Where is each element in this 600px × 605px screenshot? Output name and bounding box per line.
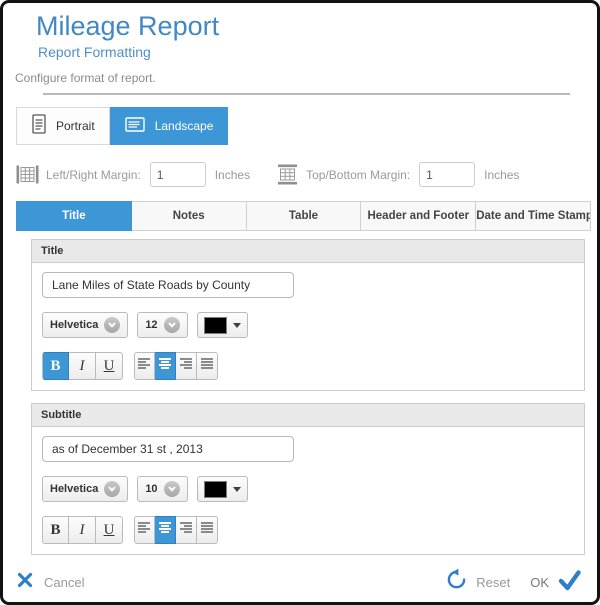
align-left-icon	[138, 357, 151, 375]
title-style-button-group: B I U	[42, 352, 123, 380]
align-justify-icon	[201, 521, 214, 539]
tab-date-and-time-stamp[interactable]: Date and Time Stamp	[476, 201, 591, 231]
report-formatting-dialog: Mileage Report Report Formatting Configu…	[0, 0, 600, 605]
tab-table[interactable]: Table	[247, 201, 362, 231]
subtitle-align-center-button[interactable]	[155, 516, 176, 544]
align-justify-icon	[201, 357, 214, 375]
title-align-button-group	[134, 352, 218, 380]
subtitle-bold-button[interactable]: B	[42, 516, 69, 544]
subtitle-format-row: B I U	[42, 516, 574, 544]
top-bottom-margin-input[interactable]	[419, 162, 475, 187]
orientation-button-group: Portrait Landscape	[16, 107, 597, 145]
title-font-color-picker[interactable]	[197, 312, 248, 338]
title-font-family-dropdown[interactable]: Helvetica	[42, 312, 128, 338]
landscape-button[interactable]: Landscape	[110, 107, 229, 145]
page-title: Mileage Report	[36, 11, 597, 42]
landscape-page-icon	[125, 116, 146, 136]
chevron-down-circle-icon	[164, 481, 180, 497]
title-section-body: Helvetica 12 B	[32, 263, 584, 390]
check-icon	[557, 569, 582, 596]
subtitle-underline-button[interactable]: U	[96, 516, 123, 544]
subtitle-section-header: Subtitle	[32, 404, 584, 427]
title-text-input[interactable]	[42, 272, 294, 298]
title-font-family-value: Helvetica	[50, 319, 98, 331]
align-center-icon	[159, 357, 172, 375]
tab-header-and-footer[interactable]: Header and Footer	[361, 201, 476, 231]
top-bottom-margin-label: Top/Bottom Margin:	[306, 168, 410, 182]
title-align-right-button[interactable]	[176, 352, 197, 380]
top-bottom-margin-unit: Inches	[484, 168, 519, 182]
page-subtitle: Report Formatting	[38, 44, 597, 60]
title-font-row: Helvetica 12	[42, 312, 574, 338]
subtitle-text-input[interactable]	[42, 436, 294, 462]
grid-vertical-margins-icon	[16, 164, 39, 185]
subtitle-section-body: Helvetica 10 B	[32, 427, 584, 554]
left-right-margin-input[interactable]	[150, 162, 206, 187]
subtitle-section: Subtitle Helvetica 10	[31, 403, 585, 555]
portrait-button[interactable]: Portrait	[16, 107, 110, 145]
title-font-size-dropdown[interactable]: 12	[137, 312, 187, 338]
description-text: Configure format of report.	[15, 71, 597, 85]
footer-actions: Reset OK	[445, 568, 582, 596]
landscape-button-label: Landscape	[155, 119, 214, 133]
left-right-margin-group: Left/Right Margin: Inches	[16, 162, 250, 187]
chevron-down-circle-icon	[104, 317, 120, 333]
align-right-icon	[180, 521, 193, 539]
top-bottom-margin-group: Top/Bottom Margin: Inches	[276, 162, 519, 187]
title-underline-button[interactable]: U	[96, 352, 123, 380]
align-center-icon	[159, 521, 172, 539]
chevron-down-circle-icon	[164, 317, 180, 333]
subtitle-style-button-group: B I U	[42, 516, 123, 544]
subtitle-align-justify-button[interactable]	[197, 516, 218, 544]
subtitle-font-family-value: Helvetica	[50, 483, 98, 495]
ok-label: OK	[530, 575, 549, 590]
title-italic-button[interactable]: I	[69, 352, 96, 380]
title-section: Title Helvetica 12	[31, 239, 585, 391]
subtitle-align-button-group	[134, 516, 218, 544]
tab-notes[interactable]: Notes	[132, 201, 247, 231]
cancel-label: Cancel	[44, 575, 84, 590]
subtitle-italic-button[interactable]: I	[69, 516, 96, 544]
x-icon	[17, 572, 33, 593]
undo-arrow-icon	[445, 568, 468, 596]
align-right-icon	[180, 357, 193, 375]
chevron-down-circle-icon	[104, 481, 120, 497]
subtitle-font-row: Helvetica 10	[42, 476, 574, 502]
align-left-icon	[138, 521, 151, 539]
subtitle-font-family-dropdown[interactable]: Helvetica	[42, 476, 128, 502]
ok-button[interactable]: OK	[510, 569, 582, 596]
portrait-button-label: Portrait	[56, 119, 95, 133]
subtitle-align-left-button[interactable]	[134, 516, 155, 544]
left-right-margin-label: Left/Right Margin:	[46, 168, 141, 182]
left-right-margin-unit: Inches	[215, 168, 250, 182]
subtitle-font-color-picker[interactable]	[197, 476, 248, 502]
title-align-justify-button[interactable]	[197, 352, 218, 380]
reset-label: Reset	[476, 575, 510, 590]
cancel-button[interactable]: Cancel	[17, 572, 84, 593]
subtitle-color-swatch	[204, 481, 227, 498]
caret-down-icon	[233, 487, 241, 492]
title-section-header: Title	[32, 240, 584, 263]
title-align-center-button[interactable]	[155, 352, 176, 380]
header-divider	[43, 93, 570, 95]
margins-row: Left/Right Margin: Inches Top/Bottom Mar…	[16, 162, 597, 187]
title-color-swatch	[204, 317, 227, 334]
tab-bar: Title Notes Table Header and Footer Date…	[16, 201, 591, 231]
subtitle-font-size-dropdown[interactable]: 10	[137, 476, 187, 502]
title-format-row: B I U	[42, 352, 574, 380]
title-bold-button[interactable]: B	[42, 352, 69, 380]
subtitle-align-right-button[interactable]	[176, 516, 197, 544]
caret-down-icon	[233, 323, 241, 328]
dialog-header: Mileage Report Report Formatting	[3, 3, 597, 60]
reset-button[interactable]: Reset	[445, 568, 510, 596]
portrait-page-icon	[31, 114, 47, 138]
grid-horizontal-margins-icon	[276, 164, 299, 185]
subtitle-font-size-value: 10	[145, 483, 157, 495]
title-align-left-button[interactable]	[134, 352, 155, 380]
dialog-footer: Cancel Reset OK	[3, 555, 597, 596]
tab-title[interactable]: Title	[16, 201, 132, 231]
title-font-size-value: 12	[145, 319, 157, 331]
